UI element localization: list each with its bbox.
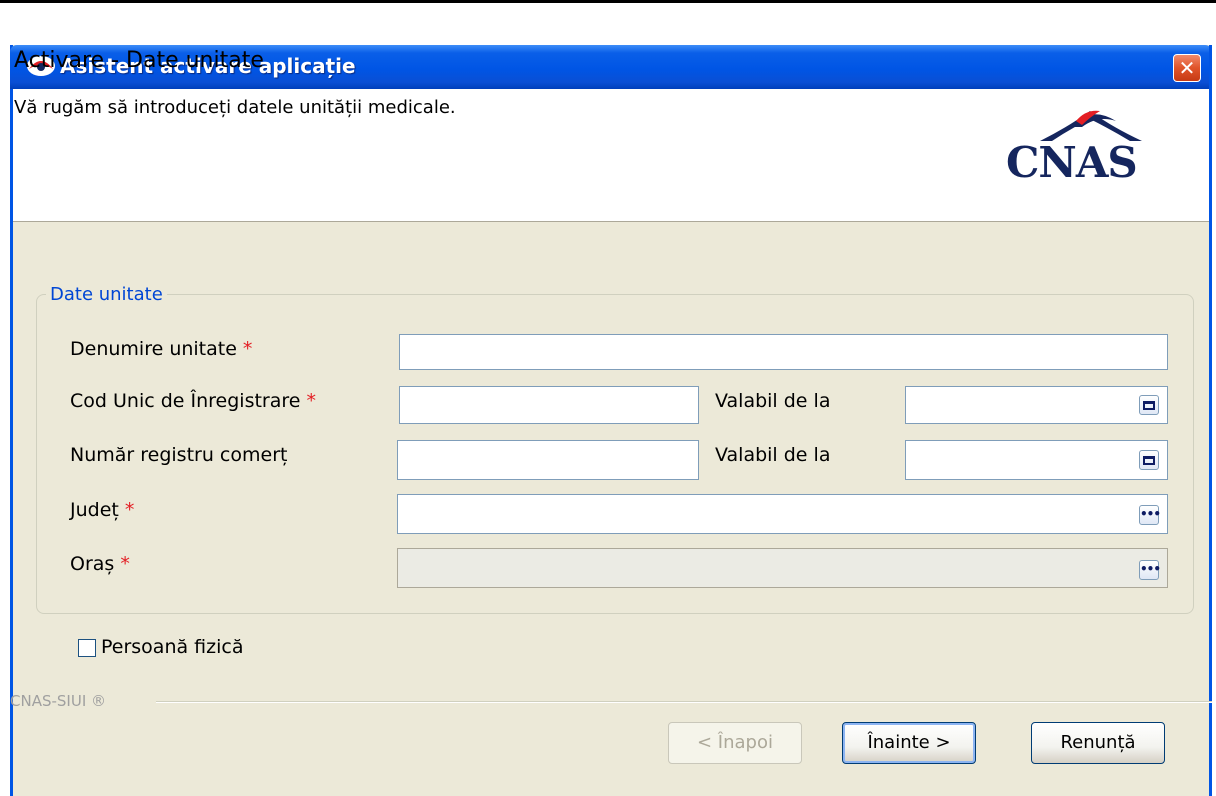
required-marker: *: [306, 390, 316, 412]
trade-register-calendar-button[interactable]: [1139, 450, 1159, 470]
calendar-icon: [1143, 401, 1155, 410]
cui-calendar-button[interactable]: [1139, 395, 1159, 415]
city-label: Oraș *: [70, 553, 130, 575]
required-marker: *: [124, 499, 135, 521]
county-label: Județ *: [70, 499, 134, 521]
trade-register-valid-from-field[interactable]: [905, 440, 1168, 480]
county-browse-button[interactable]: •••: [1139, 505, 1161, 525]
close-button[interactable]: ✕: [1173, 54, 1201, 82]
calendar-icon: [1143, 456, 1155, 465]
unit-name-label: Denumire unitate *: [70, 338, 252, 360]
group-legend: Date unitate: [46, 284, 167, 305]
natural-person-label[interactable]: Persoană fizică: [101, 636, 243, 658]
footer-brand-text: CNAS-SIUI ®: [10, 692, 107, 710]
cui-valid-from-field[interactable]: [905, 386, 1168, 424]
back-button[interactable]: < Înapoi: [668, 722, 802, 764]
required-marker: *: [120, 553, 130, 575]
cui-field[interactable]: [399, 386, 699, 424]
county-label-text: Județ: [70, 499, 119, 521]
trade-register-valid-from-input[interactable]: [906, 441, 1167, 479]
natural-person-checkbox[interactable]: [78, 639, 96, 657]
cui-valid-from-label: Valabil de la: [715, 390, 831, 412]
ellipsis-icon: •••: [1140, 562, 1161, 576]
trade-register-input[interactable]: [398, 441, 698, 479]
cui-valid-from-input[interactable]: [906, 387, 1167, 423]
county-input[interactable]: [398, 495, 1167, 533]
screen-top-border: [0, 0, 1216, 3]
next-button[interactable]: Înainte >: [842, 722, 976, 764]
unit-name-field[interactable]: [399, 334, 1168, 370]
cui-label: Cod Unic de Înregistrare *: [70, 390, 316, 412]
cnas-logo-text: CNAS: [1006, 138, 1138, 187]
close-icon: ✕: [1178, 56, 1196, 80]
page-subtitle: Vă rugăm să introduceți datele unității …: [14, 97, 456, 118]
city-browse-button[interactable]: •••: [1139, 560, 1161, 580]
trade-register-valid-from-label: Valabil de la: [715, 444, 831, 466]
trade-register-label-text: Număr registru comerț: [70, 444, 288, 466]
city-input: [398, 549, 1167, 587]
city-field: •••: [397, 548, 1168, 588]
county-field[interactable]: •••: [397, 494, 1168, 534]
cui-input[interactable]: [400, 387, 698, 423]
cancel-button[interactable]: Renunță: [1031, 722, 1165, 764]
ellipsis-icon: •••: [1140, 507, 1161, 521]
trade-register-field[interactable]: [397, 440, 699, 480]
unit-name-label-text: Denumire unitate: [70, 338, 237, 360]
footer-separator: [156, 701, 1212, 703]
required-marker: *: [242, 338, 253, 360]
cui-label-text: Cod Unic de Înregistrare: [70, 390, 301, 412]
unit-name-input[interactable]: [400, 335, 1167, 369]
city-label-text: Oraș: [70, 553, 115, 575]
page-title: Activare - Date unitate: [14, 48, 264, 73]
trade-register-label: Număr registru comerț: [70, 444, 287, 466]
